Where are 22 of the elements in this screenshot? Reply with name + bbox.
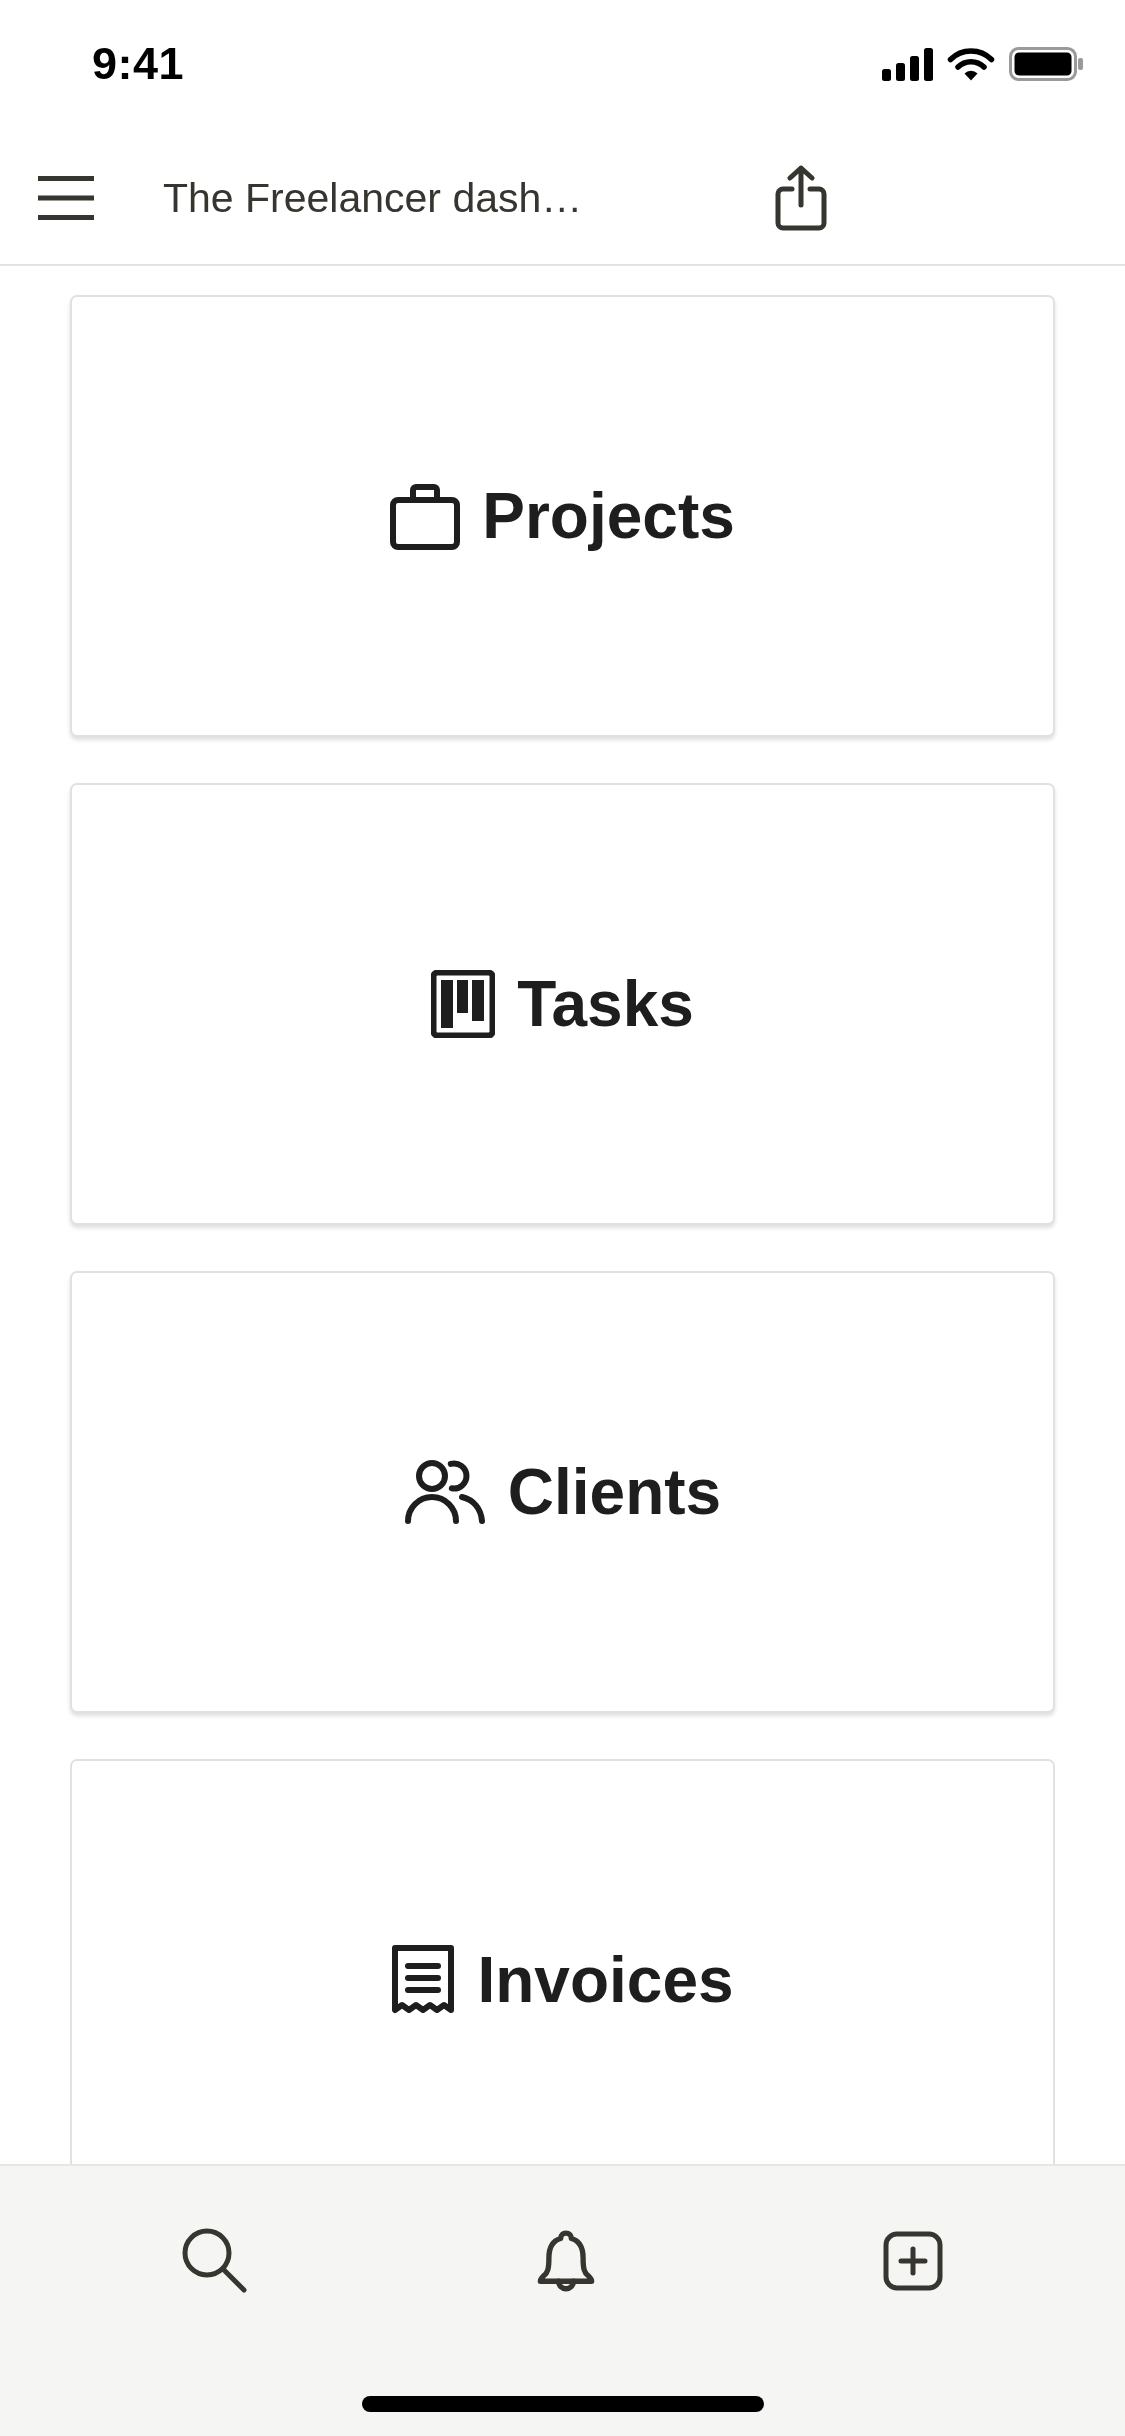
share-icon[interactable]: [775, 165, 827, 231]
menu-icon[interactable]: [38, 176, 94, 220]
card-title: Tasks: [517, 967, 694, 1041]
dashboard-card[interactable]: Projects: [70, 295, 1055, 737]
board-icon: [431, 970, 496, 1038]
wifi-icon: [947, 46, 995, 82]
search-icon[interactable]: [182, 2228, 248, 2294]
battery-icon: [1009, 47, 1083, 81]
bell-icon[interactable]: [536, 2229, 595, 2293]
briefcase-icon: [390, 482, 461, 550]
dashboard-card[interactable]: Invoices: [70, 1759, 1055, 2164]
signal-icon: [882, 47, 933, 81]
dashboard-card[interactable]: Clients: [70, 1271, 1055, 1713]
card-title: Projects: [482, 479, 735, 553]
card-title: Clients: [507, 1455, 722, 1529]
receipt-icon: [391, 1943, 456, 2016]
status-time: 9:41: [92, 38, 185, 90]
card-title: Invoices: [477, 1942, 734, 2017]
dashboard-card[interactable]: Tasks: [70, 783, 1055, 1225]
people-icon: [403, 1459, 486, 1525]
add-icon[interactable]: [883, 2231, 943, 2291]
page-title: The Freelancer dash…: [163, 174, 584, 222]
